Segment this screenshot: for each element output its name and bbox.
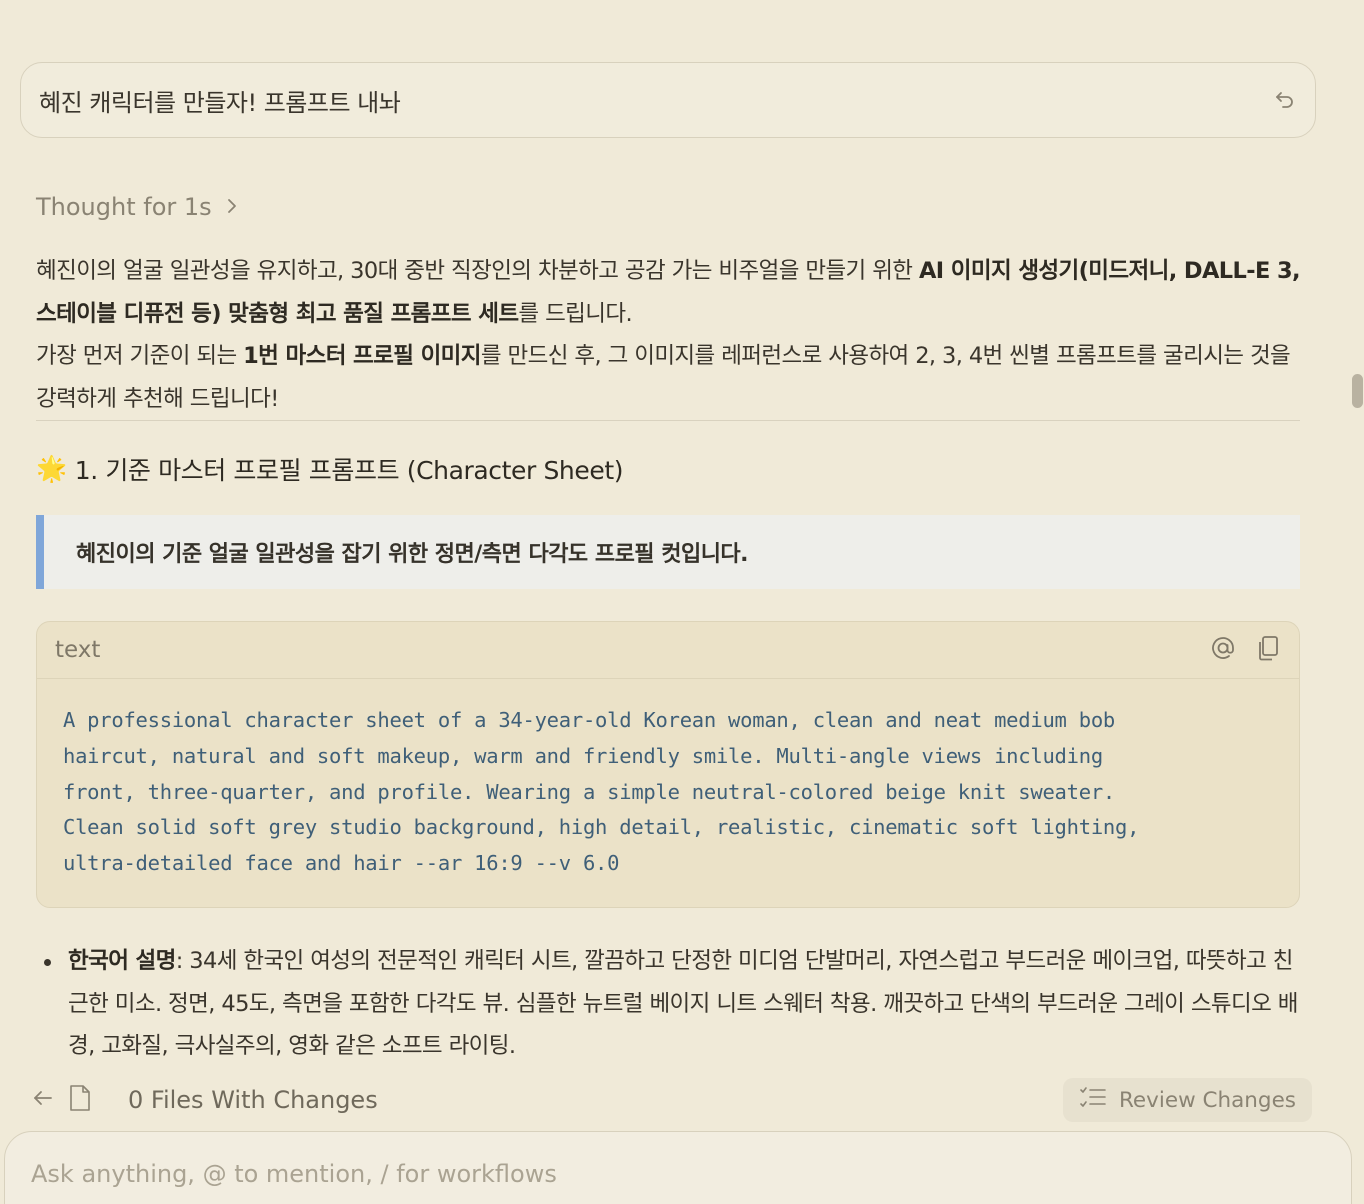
- file-changes-bar: 0 Files With Changes Review Changes: [32, 1078, 1312, 1122]
- code-line: Clean solid soft grey studio background,…: [63, 815, 1140, 840]
- intro-text: 혜진이의 얼굴 일관성을 유지하고, 30대 중반 직장인의 차분하고 공감 가…: [36, 258, 919, 284]
- intro-paragraph: 혜진이의 얼굴 일관성을 유지하고, 30대 중반 직장인의 차분하고 공감 가…: [36, 250, 1302, 420]
- undo-icon[interactable]: [1273, 88, 1297, 112]
- user-message-text: 혜진 캐릭터를 만들자! 프롬프트 내놔: [39, 88, 401, 117]
- blockquote-text: 혜진이의 기준 얼굴 일관성을 잡기 위한 정면/측면 다각도 프로필 컷입니다…: [76, 542, 749, 567]
- file-changes-summary[interactable]: 0 Files With Changes: [32, 1084, 1063, 1116]
- file-icon: [68, 1084, 92, 1116]
- chat-input[interactable]: [31, 1160, 1325, 1188]
- code-content[interactable]: A professional character sheet of a 34-y…: [37, 679, 1299, 882]
- intro-text: 를 드립니다.: [518, 300, 633, 327]
- code-line: front, three-quarter, and profile. Weari…: [63, 779, 1116, 804]
- bullet-label: 한국어 설명: [68, 948, 176, 974]
- chevron-right-icon: [226, 193, 238, 221]
- bullet-text: : 34세 한국인 여성의 전문적인 캐릭터 시트, 깔끔하고 단정한 미디엄 …: [68, 948, 1298, 1059]
- section-heading: 🌟 1. 기준 마스터 프로필 프롬프트 (Character Sheet): [36, 448, 623, 490]
- code-line: ultra-detailed face and hair --ar 16:9 -…: [63, 851, 620, 876]
- user-message-bubble[interactable]: 혜진 캐릭터를 만들자! 프롬프트 내놔: [20, 62, 1316, 138]
- review-changes-button[interactable]: Review Changes: [1062, 1078, 1312, 1122]
- code-language-label: text: [55, 637, 101, 663]
- thought-toggle[interactable]: Thought for 1s: [36, 190, 238, 224]
- intro-text: 가장 먼저 기준이 되는: [36, 343, 244, 369]
- mention-icon[interactable]: [1209, 634, 1237, 666]
- checklist-icon: [1079, 1085, 1107, 1115]
- code-line: haircut, natural and soft makeup, warm a…: [63, 743, 1103, 768]
- blockquote: 혜진이의 기준 얼굴 일관성을 잡기 위한 정면/측면 다각도 프로필 컷입니다…: [36, 515, 1300, 589]
- intro-bold: 1번 마스터 프로필 이미지: [243, 343, 481, 369]
- list-item: 한국어 설명: 34세 한국인 여성의 전문적인 캐릭터 시트, 깔끔하고 단정…: [44, 940, 1304, 1068]
- chat-panel: 혜진 캐릭터를 만들자! 프롬프트 내놔 Thought for 1s 혜진이의…: [0, 0, 1364, 1204]
- review-changes-label: Review Changes: [1118, 1087, 1296, 1113]
- scrollbar-thumb[interactable]: [1352, 374, 1363, 408]
- code-actions: [1209, 634, 1281, 666]
- star-icon: 🌟: [36, 454, 67, 483]
- file-changes-label: 0 Files With Changes: [128, 1086, 378, 1114]
- thought-label: Thought for 1s: [36, 193, 212, 221]
- code-block: text A professional character sheet of a…: [36, 621, 1300, 908]
- code-block-header: text: [37, 622, 1299, 679]
- code-line: A professional character sheet of a 34-y…: [63, 708, 1116, 732]
- arrow-left-icon[interactable]: [32, 1087, 54, 1113]
- section-title: 1. 기준 마스터 프로필 프롬프트 (Character Sheet): [74, 456, 624, 485]
- composer[interactable]: [4, 1131, 1352, 1204]
- section-divider: [36, 420, 1300, 421]
- copy-icon[interactable]: [1255, 634, 1281, 666]
